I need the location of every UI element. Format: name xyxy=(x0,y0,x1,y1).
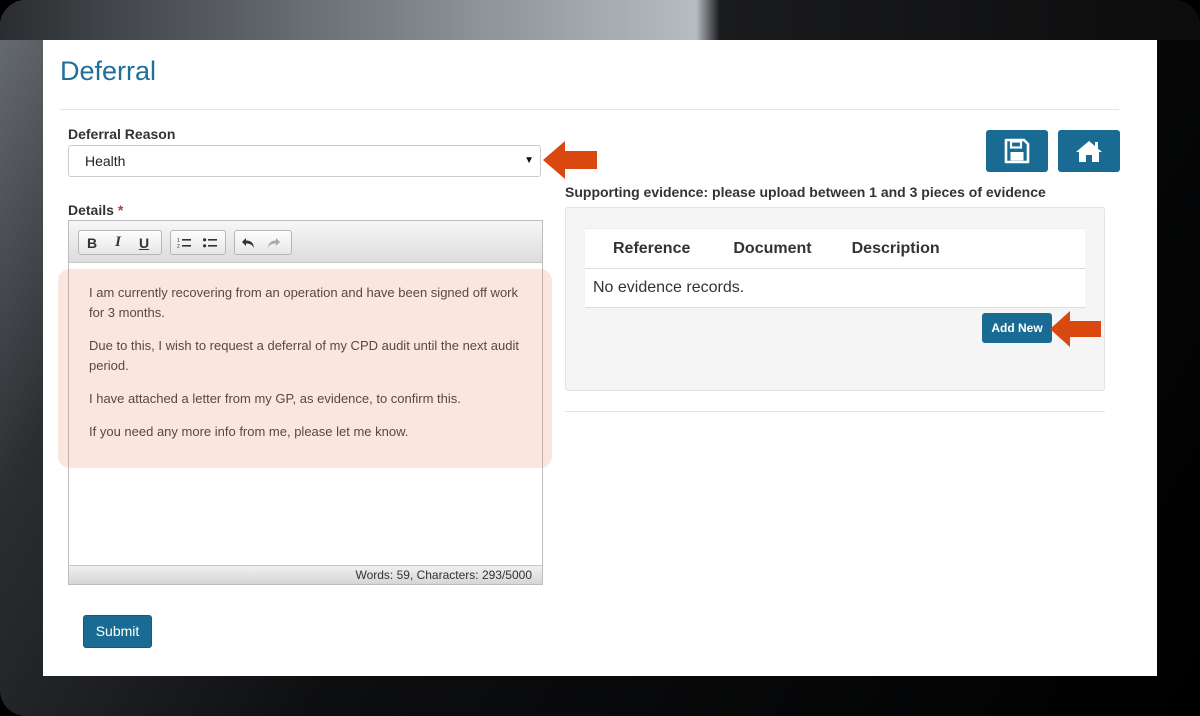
empty-evidence-row: No evidence records. xyxy=(585,269,1085,308)
bulleted-list-icon[interactable] xyxy=(197,231,223,254)
floppy-disk-icon xyxy=(1004,138,1030,164)
save-button[interactable] xyxy=(986,130,1048,172)
dropdown-caret-icon: ▼ xyxy=(524,155,534,166)
evidence-table: Reference Document Description No eviden… xyxy=(585,228,1085,308)
numbered-list-icon[interactable]: 1 2 xyxy=(171,231,197,254)
redo-icon[interactable] xyxy=(261,231,287,254)
home-icon xyxy=(1076,141,1102,162)
frame-top-band xyxy=(0,0,1200,40)
supporting-evidence-label: Supporting evidence: please upload betwe… xyxy=(565,184,1046,200)
word-count-status: Words: 59, Characters: 293/5000 xyxy=(69,565,542,584)
bold-button[interactable]: B xyxy=(79,231,105,254)
deferral-page: Deferral Deferral Reason Health ▼ Detail… xyxy=(43,40,1157,676)
column-header-reference: Reference xyxy=(613,239,691,257)
undo-icon[interactable] xyxy=(235,231,261,254)
evidence-panel: Reference Document Description No eviden… xyxy=(565,207,1105,391)
text-highlight-annotation xyxy=(58,269,552,468)
list-button-group: 1 2 xyxy=(170,230,226,255)
add-new-button[interactable]: Add New xyxy=(982,313,1052,343)
editor-toolbar: B I U 1 2 xyxy=(69,221,542,263)
deferral-reason-label: Deferral Reason xyxy=(68,126,176,142)
deferral-reason-select[interactable]: Health ▼ xyxy=(68,145,541,177)
svg-text:2: 2 xyxy=(177,244,180,249)
arrow-annotation-icon xyxy=(543,141,597,179)
arrow-annotation-icon xyxy=(1050,311,1101,347)
column-header-description: Description xyxy=(851,239,940,257)
required-marker: * xyxy=(117,202,124,218)
format-button-group: B I U xyxy=(78,230,162,255)
italic-button[interactable]: I xyxy=(105,231,131,254)
details-label-text: Details xyxy=(68,202,114,218)
device-frame: Deferral Deferral Reason Health ▼ Detail… xyxy=(0,0,1200,716)
column-header-document: Document xyxy=(733,239,812,257)
page-title: Deferral xyxy=(60,56,157,86)
deferral-reason-value: Health xyxy=(85,153,126,169)
evidence-table-header: Reference Document Description xyxy=(585,228,1085,269)
submit-button[interactable]: Submit xyxy=(83,615,152,648)
underline-button[interactable]: U xyxy=(131,231,157,254)
home-button[interactable] xyxy=(1058,130,1120,172)
title-divider xyxy=(60,109,1119,110)
evidence-divider xyxy=(565,411,1105,412)
details-label: Details * xyxy=(68,202,123,218)
history-button-group xyxy=(234,230,292,255)
